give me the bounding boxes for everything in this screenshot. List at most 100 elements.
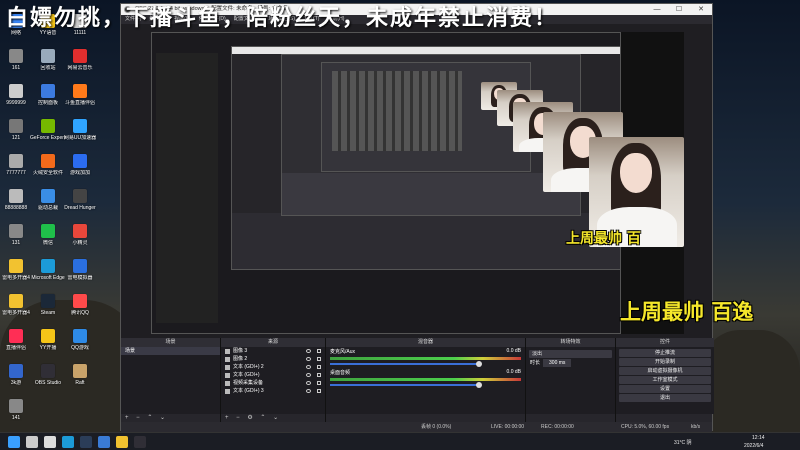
transitions-body: 淡出 时长 300 ms [526,347,615,414]
track-db: 0.0 dB [506,369,521,375]
desktop-icon[interactable]: 雷电模拟器 [64,259,96,295]
task-view-icon[interactable] [44,436,56,448]
preview-canvas[interactable] [151,32,684,334]
desktop-icon[interactable]: Dread Hunger [64,189,96,225]
image-source-icon [225,348,230,354]
control-button[interactable]: 启动虚拟摄像机 [619,367,711,375]
lock-icon[interactable] [317,365,321,369]
visibility-eye-icon[interactable] [306,373,311,377]
desktop-icon[interactable]: 网易UU加速器 [64,119,96,155]
source-item[interactable]: 图像 3 [221,347,325,355]
lock-icon[interactable] [317,357,321,361]
duration-input[interactable]: 300 ms [543,359,572,367]
desktop-icon[interactable]: 火绒安全软件 [32,154,64,190]
visibility-eye-icon[interactable] [306,357,311,361]
lock-icon[interactable] [317,373,321,377]
lock-icon[interactable] [317,381,321,385]
scene-item[interactable]: 场景 [121,347,220,355]
desktop-icon[interactable]: 88888888 [0,189,32,225]
desktop-icon-label: 驱动总裁 [37,205,58,211]
source-item-label: 图像 3 [233,348,248,354]
desktop-icon[interactable]: 雷电多开器4 [0,259,32,295]
source-item[interactable]: 视频采集设备 [221,379,325,387]
desktop-icon-grid: 网络 YY语音 11111 161 回收站 网易云音乐 9999999 控制面板 斗鱼直播伴侣 1… [0,14,100,424]
folder-icon[interactable] [116,436,128,448]
desktop-icon[interactable]: 驱动总裁 [32,189,64,225]
clock-date[interactable]: 2022/6/4 [744,443,763,449]
app-icon [41,294,55,308]
scenes-toolbar[interactable]: + − ⌃ ⌄ [121,414,220,422]
control-button[interactable]: 设置 [619,385,711,393]
desktop-icon-label: 88888888 [4,205,28,211]
desktop-icon[interactable]: 小精灵 [64,224,96,260]
control-button[interactable]: 退出 [619,394,711,402]
desktop-icon[interactable]: 游戏加加 [64,154,96,190]
clock-time[interactable]: 12:14 [752,435,765,441]
controls-dock: 控件 停止推流 开始录制 启动虚拟摄像机 工作室模式 设置 退出 [616,338,714,422]
desktop-icon[interactable]: 微信 [32,224,64,260]
search-icon[interactable] [26,436,38,448]
start-icon[interactable] [8,436,20,448]
desktop-icon[interactable]: 回收站 [32,49,64,85]
steam-icon[interactable] [80,436,92,448]
weather-widget[interactable]: 31°C 阴 [674,439,692,446]
visibility-eye-icon[interactable] [306,349,311,353]
desktop-icon[interactable]: YY开播 [32,329,64,365]
close-button[interactable]: ✕ [690,4,712,15]
edge-icon[interactable] [62,436,74,448]
text-source-icon [225,388,230,394]
desktop-icon[interactable]: 腾讯QQ [64,294,96,330]
source-item-label: 视频采集设备 [233,380,264,386]
volume-slider-handle[interactable] [475,361,482,367]
control-button[interactable]: 停止推流 [619,349,711,357]
volume-slider-handle[interactable] [475,382,482,388]
obs-icon[interactable] [134,436,146,448]
sources-header: 来源 [221,338,325,347]
source-item[interactable]: 文本 (GDI+) [221,371,325,379]
lock-icon[interactable] [317,349,321,353]
game-icon[interactable] [98,436,110,448]
desktop-icon[interactable]: GeForce Experience [30,119,66,155]
desktop-icon[interactable]: 121 [0,119,32,155]
app-icon [73,329,87,343]
desktop-icon[interactable]: 3k游 [0,364,32,400]
source-item-label: 文本 (GDI+) 3 [233,388,264,394]
desktop-icon[interactable]: Microsoft Edge [31,259,65,295]
visibility-eye-icon[interactable] [306,381,311,385]
transition-select[interactable]: 淡出 [529,350,612,358]
desktop-icon[interactable]: 直播伴侣 [0,329,32,365]
desktop-icon-label: 游戏加加 [69,170,90,176]
control-button[interactable]: 开始录制 [619,358,711,366]
desktop-icon[interactable]: 7777777 [0,154,32,190]
desktop-icon[interactable]: 雷电多开器4 [0,294,32,330]
desktop-icon[interactable]: 斗鱼直播伴侣 [64,84,96,120]
minimize-button[interactable]: — [646,4,668,15]
desktop-icon[interactable]: 141 [0,399,32,435]
volume-slider[interactable] [330,382,482,388]
source-item-label: 文本 (GDI+) [233,372,260,378]
desktop-icon[interactable]: QQ游戏 [64,329,96,365]
nested-menu [232,47,620,54]
maximize-button[interactable]: ☐ [668,4,690,15]
desktop-icon[interactable]: OBS Studio [32,364,64,400]
desktop-icon[interactable]: 131 [0,224,32,260]
desktop-icon-label: OBS Studio [34,380,62,386]
system-tray: 31°C 阴 12:14 2022/6/4 [674,433,794,450]
desktop-icon[interactable]: Steam [32,294,64,330]
visibility-eye-icon[interactable] [306,365,311,369]
desktop-icon[interactable]: 9999999 [0,84,32,120]
desktop-icon[interactable]: Raft [64,364,96,400]
desktop-icon[interactable]: 网易云音乐 [64,49,96,85]
visibility-eye-icon[interactable] [306,389,311,393]
stream-caption-small: 上周最帅 百 [566,231,641,247]
source-item[interactable]: 文本 (GDI+) 2 [221,363,325,371]
desktop-icon[interactable]: 控制面板 [32,84,64,120]
source-item[interactable]: 图像 2 [221,355,325,363]
lock-icon[interactable] [317,389,321,393]
source-item[interactable]: 文本 (GDI+) 3 [221,387,325,395]
desktop-icon-label: 雷电多开器4 [2,310,30,316]
desktop-icon[interactable]: 161 [0,49,32,85]
control-button[interactable]: 工作室模式 [619,376,711,384]
volume-slider[interactable] [330,361,482,367]
sources-toolbar[interactable]: + − ⚙ ⌃ ⌄ [221,414,325,422]
